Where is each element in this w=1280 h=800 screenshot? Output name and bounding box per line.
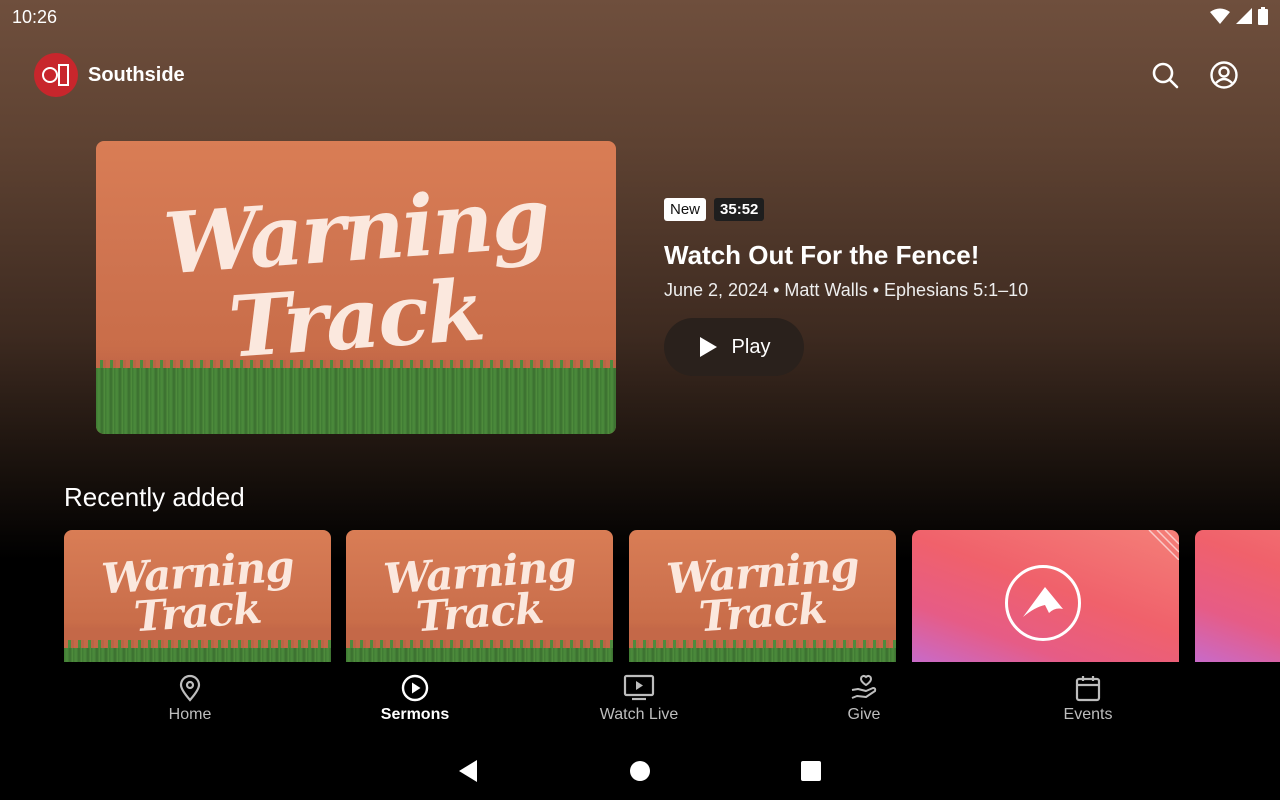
card-art-grass <box>346 639 613 662</box>
sermon-card[interactable] <box>1195 530 1280 662</box>
card-art: Warning Track <box>346 530 613 662</box>
nav-item-events[interactable]: Events <box>1028 674 1148 734</box>
battery-icon <box>1258 7 1268 25</box>
play-icon <box>699 337 717 357</box>
play-circle-icon <box>401 674 429 702</box>
bottom-navigation: Home Sermons Watch Live Give Events <box>0 662 1280 740</box>
duration-badge: 35:52 <box>714 198 765 221</box>
mountain-arc-icon <box>1023 587 1063 617</box>
sermon-card[interactable]: Warning Track <box>64 530 331 662</box>
search-icon <box>1152 62 1179 89</box>
play-button[interactable]: Play <box>664 318 804 376</box>
app-header: Southside <box>0 50 1280 102</box>
hero-meta: June 2, 2024 • Matt Walls • Ephesians 5:… <box>664 280 1029 300</box>
cell-signal-icon <box>1236 8 1252 24</box>
church-logo[interactable] <box>34 53 78 97</box>
sermon-art: Warning Track <box>96 141 616 434</box>
hero-title: Watch Out For the Fence! <box>664 240 980 270</box>
account-icon <box>1210 61 1238 89</box>
wifi-icon <box>1210 8 1230 24</box>
section-title-recently-added: Recently added <box>64 482 245 512</box>
back-triangle-icon <box>459 760 477 782</box>
nav-item-watch-live[interactable]: Watch Live <box>579 674 699 734</box>
home-circle-icon <box>630 761 650 781</box>
card-art: Warning Track <box>629 530 896 662</box>
system-navigation-bar <box>0 740 1280 800</box>
hand-heart-icon <box>851 674 877 699</box>
account-button[interactable] <box>1207 58 1241 92</box>
nav-label-home: Home <box>168 706 212 723</box>
tv-play-icon <box>623 674 655 701</box>
system-back-button[interactable] <box>453 756 483 786</box>
card-art-grass <box>64 639 331 662</box>
nav-label-events: Events <box>1063 706 1113 723</box>
featured-sermon-artwork[interactable]: Warning Track <box>96 141 616 434</box>
recently-added-carousel[interactable]: Warning Track Warning Track Warning Trac… <box>64 530 1280 662</box>
nav-label-watch-live: Watch Live <box>599 706 679 723</box>
status-bar: 10:26 <box>0 0 1280 34</box>
stripes-decoration-icon <box>1148 530 1179 560</box>
play-label: Play <box>731 335 771 358</box>
nav-item-home[interactable]: Home <box>130 674 250 734</box>
system-home-button[interactable] <box>625 756 655 786</box>
system-recents-button[interactable] <box>796 756 826 786</box>
card-art-grass <box>629 639 896 662</box>
hero-badges: New 35:52 <box>664 198 765 221</box>
nav-item-give[interactable]: Give <box>804 674 924 734</box>
nav-label-sermons: Sermons <box>380 706 450 723</box>
nav-item-sermons[interactable]: Sermons <box>355 674 475 734</box>
church-mark <box>1005 565 1081 641</box>
sermon-card[interactable]: Warning Track <box>346 530 613 662</box>
recents-square-icon <box>801 761 821 781</box>
location-pin-icon <box>179 674 201 702</box>
sermon-card[interactable] <box>912 530 1179 662</box>
search-button[interactable] <box>1148 58 1182 92</box>
new-badge: New <box>664 198 707 221</box>
status-time: 10:26 <box>12 7 58 27</box>
status-icons <box>1210 7 1268 25</box>
nav-label-give: Give <box>847 706 881 723</box>
app-name: Southside <box>88 64 185 86</box>
art-grass <box>96 359 616 434</box>
calendar-icon <box>1075 676 1101 702</box>
church-logo-icon <box>42 64 69 86</box>
card-art: Warning Track <box>64 530 331 662</box>
sermon-card[interactable]: Warning Track <box>629 530 896 662</box>
